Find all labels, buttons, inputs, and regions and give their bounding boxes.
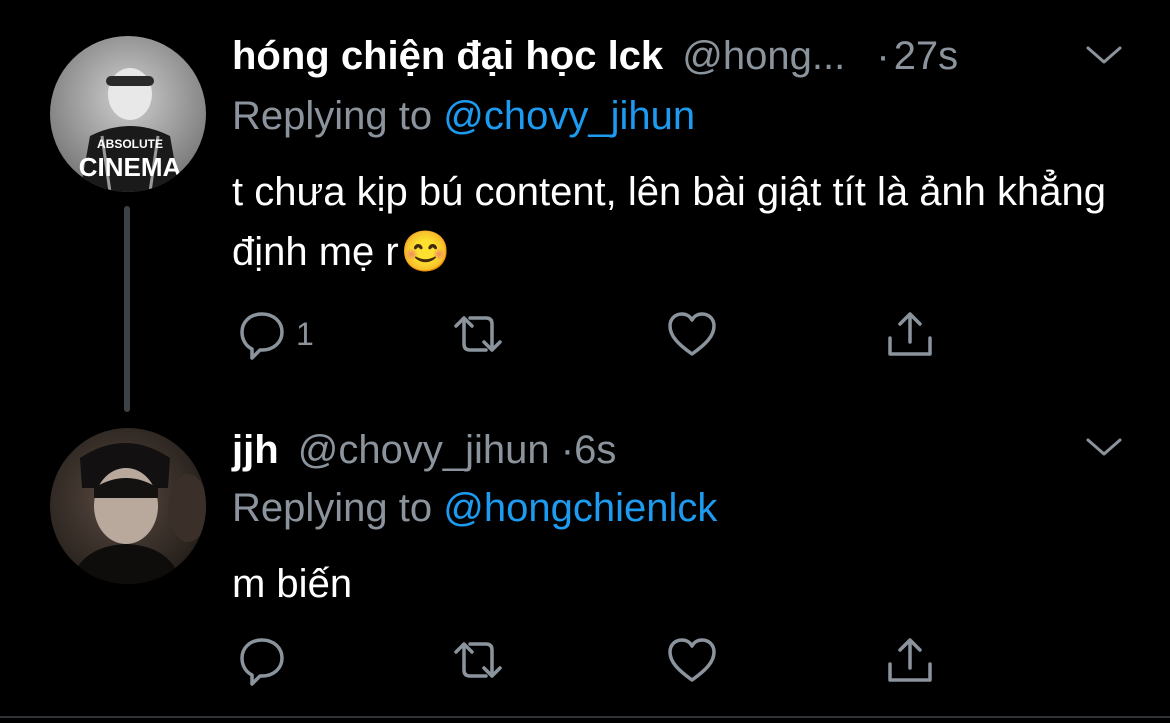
like-button[interactable]: [666, 306, 718, 362]
timestamp[interactable]: 6s: [574, 428, 616, 472]
reply-button[interactable]: 1: [236, 306, 314, 362]
reply-icon: [236, 308, 288, 360]
retweet-button[interactable]: [450, 306, 506, 362]
share-icon: [884, 634, 936, 686]
tweet-body: m biến: [232, 562, 353, 606]
svg-text:ABSOLUTE: ABSOLUTE: [97, 137, 163, 151]
timestamp[interactable]: 27s: [894, 34, 959, 78]
tweet-header: hóng chiện đại học lck @hong... · 27s: [232, 32, 958, 80]
separator-dot: ·: [876, 34, 890, 78]
display-name[interactable]: hóng chiện đại học lck: [232, 34, 663, 78]
mention-link[interactable]: @chovy_jihun: [443, 94, 695, 138]
replying-to-label: Replying to: [232, 94, 433, 138]
share-button[interactable]: [884, 306, 936, 362]
thread-connector: [124, 206, 130, 412]
tweet-text: m biến: [232, 554, 1112, 614]
like-button[interactable]: [666, 632, 718, 688]
share-button[interactable]: [884, 632, 936, 688]
divider: [0, 716, 1170, 718]
reply-count: 1: [296, 315, 314, 352]
tweet-text: t chưa kịp bú content, lên bài giật tít …: [232, 162, 1112, 282]
svg-text:CINEMA: CINEMA: [79, 152, 182, 182]
replying-to-label: Replying to: [232, 486, 433, 530]
share-icon: [884, 308, 936, 360]
chevron-down-icon[interactable]: [1084, 432, 1124, 462]
display-name[interactable]: jjh: [232, 428, 279, 472]
reply-icon: [236, 634, 288, 686]
tweet-actions: [232, 632, 952, 688]
tweet-header: jjh @chovy_jihun ·6s: [232, 426, 616, 474]
tweet-body: t chưa kịp bú content, lên bài giật tít …: [232, 170, 1107, 274]
like-icon: [666, 636, 718, 684]
replying-to: Replying to @hongchienlck: [232, 484, 717, 532]
user-handle[interactable]: @chovy_jihun: [298, 428, 550, 472]
retweet-button[interactable]: [450, 632, 506, 688]
tweet-1[interactable]: ABSOLUTE CINEMA hóng chiện đại học lck @…: [0, 0, 1170, 410]
replying-to: Replying to @chovy_jihun: [232, 92, 695, 140]
chevron-down-icon[interactable]: [1084, 40, 1124, 70]
tweet-actions: 1: [232, 306, 952, 362]
retweet-icon: [450, 638, 506, 682]
avatar[interactable]: ABSOLUTE CINEMA: [50, 36, 206, 192]
retweet-icon: [450, 312, 506, 356]
tweet-2[interactable]: jjh @chovy_jihun ·6s Replying to @hongch…: [0, 410, 1170, 716]
user-handle[interactable]: @hong...: [682, 34, 845, 78]
avatar[interactable]: [50, 428, 206, 584]
mention-link[interactable]: @hongchienlck: [443, 486, 717, 530]
separator-dot: ·: [560, 428, 575, 472]
reply-button[interactable]: [236, 632, 296, 688]
like-icon: [666, 310, 718, 358]
smiling-face-emoji: 😊: [400, 230, 451, 274]
